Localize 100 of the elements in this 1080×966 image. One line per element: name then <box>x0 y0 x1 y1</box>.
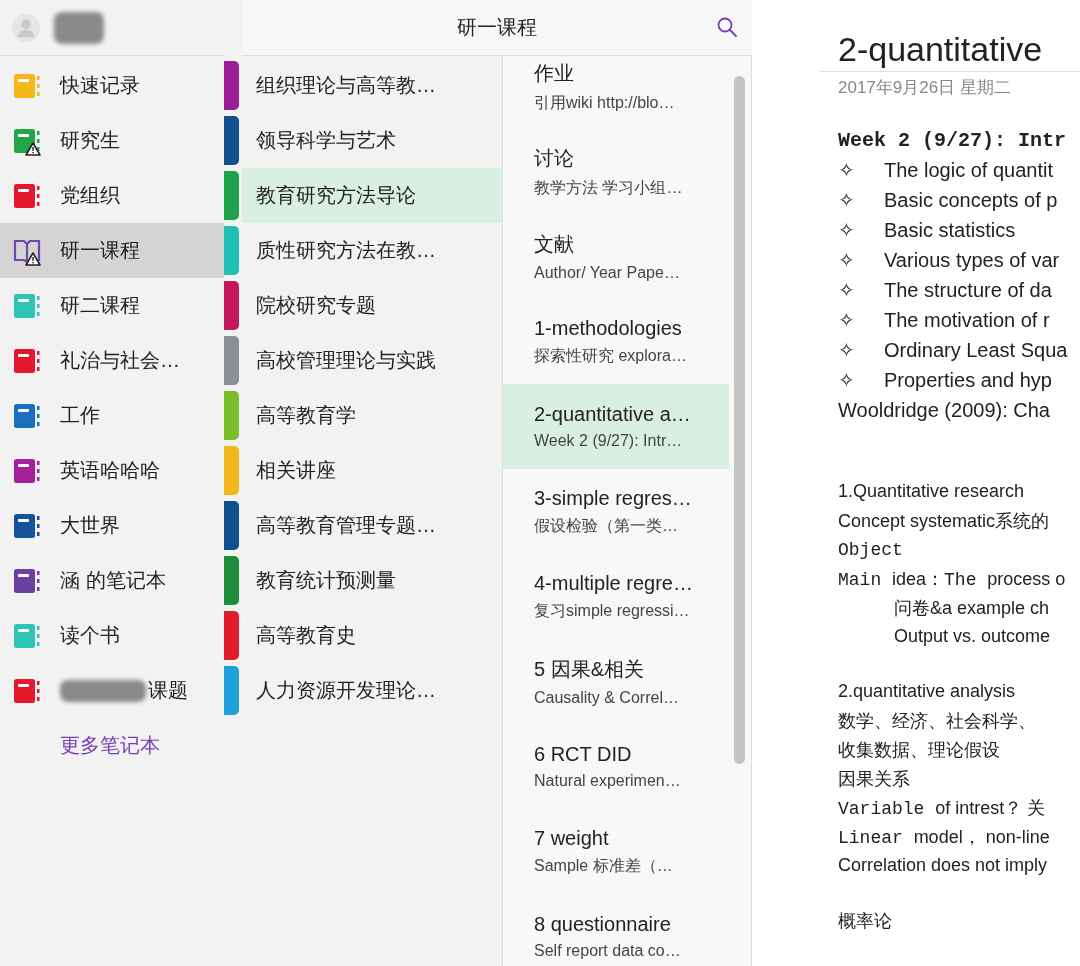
notebook-item[interactable]: 英语哈哈哈 <box>0 443 224 498</box>
note-text: 因果关系 <box>838 767 910 791</box>
section-tab[interactable] <box>224 446 239 495</box>
page-preview: 教学方法 学习小组… <box>534 177 684 198</box>
page-item[interactable]: 4-multiple regre… 复习simple regressi… <box>503 554 729 639</box>
note-text: Correlation does not imply <box>838 855 1048 876</box>
notebook-name: 英语哈哈哈 <box>60 458 160 483</box>
avatar-icon[interactable] <box>12 13 40 42</box>
section-tab[interactable] <box>224 336 239 385</box>
section-tab[interactable] <box>224 116 239 165</box>
section-item[interactable]: 组织理论与高等教… <box>242 58 502 113</box>
notebook-name: 工作 <box>60 403 100 428</box>
note-title: 2-quantitative <box>820 30 1080 72</box>
notebook-item[interactable]: 研一课程 <box>0 223 224 278</box>
page-item[interactable]: 8 questionnaire Self report data co… <box>503 894 729 966</box>
page-item[interactable]: 1-methodologies 探索性研究 explora… <box>503 299 729 384</box>
note-text: Basic statistics <box>884 218 1016 242</box>
section-tab[interactable] <box>224 226 239 275</box>
note-text: Variable of intrest？ 关 <box>838 796 1046 820</box>
note-text: Linear model， non-line <box>838 825 1050 849</box>
page-title: 文献 <box>534 232 575 257</box>
section-item[interactable]: 人力资源开发理论… <box>242 663 502 718</box>
page-title: 3-simple regres… <box>534 486 693 510</box>
notebook-name: 涵 的笔记本 <box>60 568 166 593</box>
note-text: Output vs. outcome <box>894 626 1051 647</box>
notebook-item[interactable]: 课题 <box>0 663 224 718</box>
page-preview: 假设检验（第一类… <box>534 515 679 536</box>
page-item[interactable]: 讨论 教学方法 学习小组… <box>503 129 729 214</box>
notebook-item[interactable]: 礼治与社会… <box>0 333 224 388</box>
bullet-star-icon: ✧ <box>838 308 884 332</box>
bullet-star-icon: ✧ <box>838 158 884 182</box>
note-text: 数学、经济、社会科学、 <box>838 709 1036 733</box>
search-icon[interactable] <box>716 16 738 38</box>
bullet-star-icon: ✧ <box>838 248 884 272</box>
more-notebooks-link[interactable]: 更多笔记本 <box>0 718 224 759</box>
page-item[interactable]: 3-simple regres… 假设检验（第一类… <box>503 469 729 554</box>
page-item[interactable]: 2-quantitative a… Week 2 (9/27): Intr… <box>503 384 729 469</box>
page-title: 4-multiple regre… <box>534 571 694 595</box>
page-preview: Week 2 (9/27): Intr… <box>534 432 684 450</box>
section-tab[interactable] <box>224 171 239 220</box>
note-date: 2017年9月26日 星期二 <box>838 77 1012 99</box>
section-tab[interactable] <box>224 501 239 550</box>
page-title: 讨论 <box>534 145 575 171</box>
section-item[interactable]: 高校管理理论与实践 <box>242 333 502 388</box>
note-text: The structure of da <box>884 278 1052 302</box>
notebook-name: 党组织 <box>60 183 120 208</box>
notebook-name: 研究生 <box>60 128 120 153</box>
section-tab[interactable] <box>224 611 239 660</box>
page-title: 8 questionnaire <box>534 913 672 936</box>
notebook-name: 研二课程 <box>60 293 140 318</box>
notebook-item[interactable]: 涵 的笔记本 <box>0 553 224 608</box>
section-item[interactable]: 领导科学与艺术 <box>242 113 502 168</box>
notebook-item[interactable]: 快速记录 <box>0 58 224 113</box>
note-text: Basic concepts of p <box>884 188 1058 212</box>
page-title: 5 因果&相关 <box>534 657 646 682</box>
page-item[interactable]: 7 weight Sample 标准差（… <box>503 809 729 894</box>
page-item[interactable]: 文献 Author/ Year Pape… <box>503 214 729 299</box>
page-preview: Sample 标准差（… <box>534 855 674 876</box>
bullet-star-icon: ✧ <box>838 188 884 212</box>
section-item[interactable]: 高等教育管理专题… <box>242 498 502 553</box>
bullet-star-icon: ✧ <box>838 218 884 242</box>
page-title: 作业 <box>534 60 575 86</box>
section-tab[interactable] <box>224 391 239 440</box>
section-item[interactable]: 教育研究方法导论 <box>242 168 502 223</box>
notebook-item[interactable]: 读个书 <box>0 608 224 663</box>
section-item[interactable]: 高等教育学 <box>242 388 502 443</box>
notebook-name: 课题 <box>148 678 188 703</box>
notebook-item[interactable]: 大世界 <box>0 498 224 553</box>
section-item[interactable]: 质性研究方法在教… <box>242 223 502 278</box>
note-text: The motivation of r <box>884 308 1050 332</box>
notebook-title: 研一课程 <box>457 15 537 40</box>
section-tab[interactable] <box>224 61 239 110</box>
notebook-name: 礼治与社会… <box>60 348 180 373</box>
notebook-item[interactable]: 工作 <box>0 388 224 443</box>
section-tab[interactable] <box>224 556 239 605</box>
section-item[interactable]: 相关讲座 <box>242 443 502 498</box>
section-tab[interactable] <box>224 666 239 715</box>
note-text: 1.Quantitative research <box>838 481 1025 502</box>
page-preview: 引用wiki http://blo… <box>534 92 676 113</box>
section-item[interactable]: 院校研究专题 <box>242 278 502 333</box>
page-title: 2-quantitative a… <box>534 403 692 426</box>
notebook-item[interactable]: 党组织 <box>0 168 224 223</box>
note-text: Week 2 (9/27): Intr <box>838 128 1067 152</box>
section-tab[interactable] <box>224 281 239 330</box>
page-preview: Author/ Year Pape… <box>534 264 681 282</box>
page-item[interactable]: 作业 引用wiki http://blo… <box>503 56 729 129</box>
bullet-star-icon: ✧ <box>838 368 884 392</box>
page-item[interactable]: 5 因果&相关 Causality & Correl… <box>503 639 729 724</box>
page-preview: Natural experimen… <box>534 772 682 790</box>
page-item[interactable]: 6 RCT DID Natural experimen… <box>503 724 729 809</box>
scrollbar-thumb[interactable] <box>734 76 745 764</box>
section-item[interactable]: 高等教育史 <box>242 608 502 663</box>
note-text: Various types of var <box>884 248 1060 272</box>
bullet-star-icon: ✧ <box>838 278 884 302</box>
note-text: Main idea：The process o <box>838 567 1066 591</box>
notebook-item[interactable]: 研究生 <box>0 113 224 168</box>
section-item[interactable]: 教育统计预测量 <box>242 553 502 608</box>
notebook-item[interactable]: 研二课程 <box>0 278 224 333</box>
notebook-name: 快速记录 <box>60 73 140 98</box>
page-title: 6 RCT DID <box>534 743 633 766</box>
